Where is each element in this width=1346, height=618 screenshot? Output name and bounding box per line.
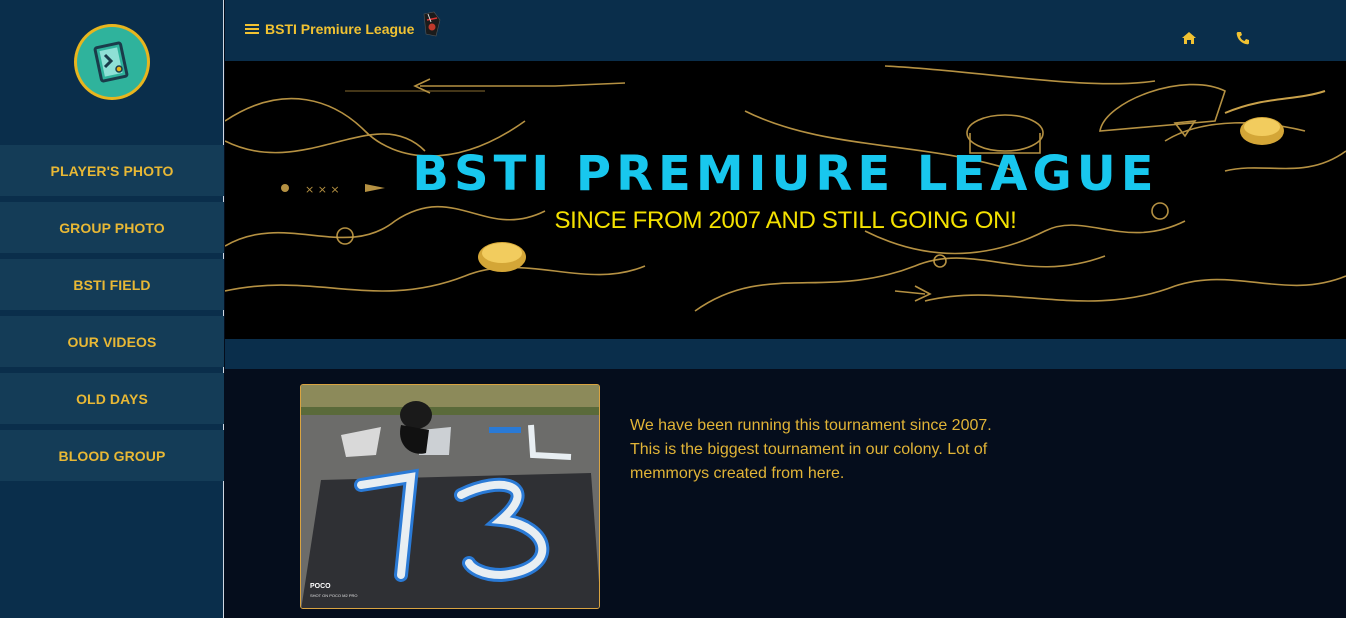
sidebar-item-players-photo[interactable]: PLAYER'S PHOTO xyxy=(0,145,224,196)
tournament-photo[interactable]: POCO SHOT ON POCO M2 PRO xyxy=(300,384,600,609)
navbar-brand[interactable]: BSTI Premiure League xyxy=(245,11,446,40)
home-icon[interactable] xyxy=(1181,30,1197,46)
sidebar-item-bsti-field[interactable]: BSTI FIELD xyxy=(0,259,224,310)
hero-banner: × × × BSTI PREMIURE LEAGUE SINCE FROM 20… xyxy=(225,61,1346,339)
site-logo[interactable] xyxy=(74,24,150,100)
sidebar-item-label: BSTI FIELD xyxy=(73,276,151,293)
sidebar-item-label: PLAYER'S PHOTO xyxy=(50,162,174,179)
photo-caption: POCO xyxy=(310,583,331,590)
league-badge-icon xyxy=(424,11,441,37)
menu-icon[interactable] xyxy=(245,23,259,35)
phone-icon[interactable] xyxy=(1235,30,1251,46)
tournament-description: We have been running this tournament sin… xyxy=(630,417,992,482)
top-navbar: BSTI Premiure League xyxy=(225,0,1346,61)
sidebar-item-blood-group[interactable]: BLOOD GROUP xyxy=(0,430,224,481)
bpl-ground-image xyxy=(301,385,599,608)
sidebar-item-our-videos[interactable]: OUR VIDEOS xyxy=(0,316,224,367)
sidebar-item-group-photo[interactable]: GROUP PHOTO xyxy=(0,202,224,253)
photo-watermark: POCO SHOT ON POCO M2 PRO xyxy=(310,582,358,600)
sidebar-nav: PLAYER'S PHOTO GROUP PHOTO BSTI FIELD OU… xyxy=(0,145,224,487)
logo-icon xyxy=(93,41,129,83)
sidebar-item-label: BLOOD GROUP xyxy=(58,447,166,464)
sidebar-item-label: GROUP PHOTO xyxy=(59,219,165,236)
sidebar: PLAYER'S PHOTO GROUP PHOTO BSTI FIELD OU… xyxy=(0,0,224,618)
sidebar-item-label: OLD DAYS xyxy=(76,390,148,407)
photo-subcaption: SHOT ON POCO M2 PRO xyxy=(310,593,358,598)
sidebar-item-old-days[interactable]: OLD DAYS xyxy=(0,373,224,424)
hero-title: BSTI PREMIURE LEAGUE xyxy=(412,146,1159,202)
brand-title: BSTI Premiure League xyxy=(265,21,415,37)
banner-bottom-strip xyxy=(225,339,1346,369)
hero-subtitle: SINCE FROM 2007 AND STILL GOING ON! xyxy=(554,207,1017,234)
sidebar-item-label: OUR VIDEOS xyxy=(67,333,157,350)
